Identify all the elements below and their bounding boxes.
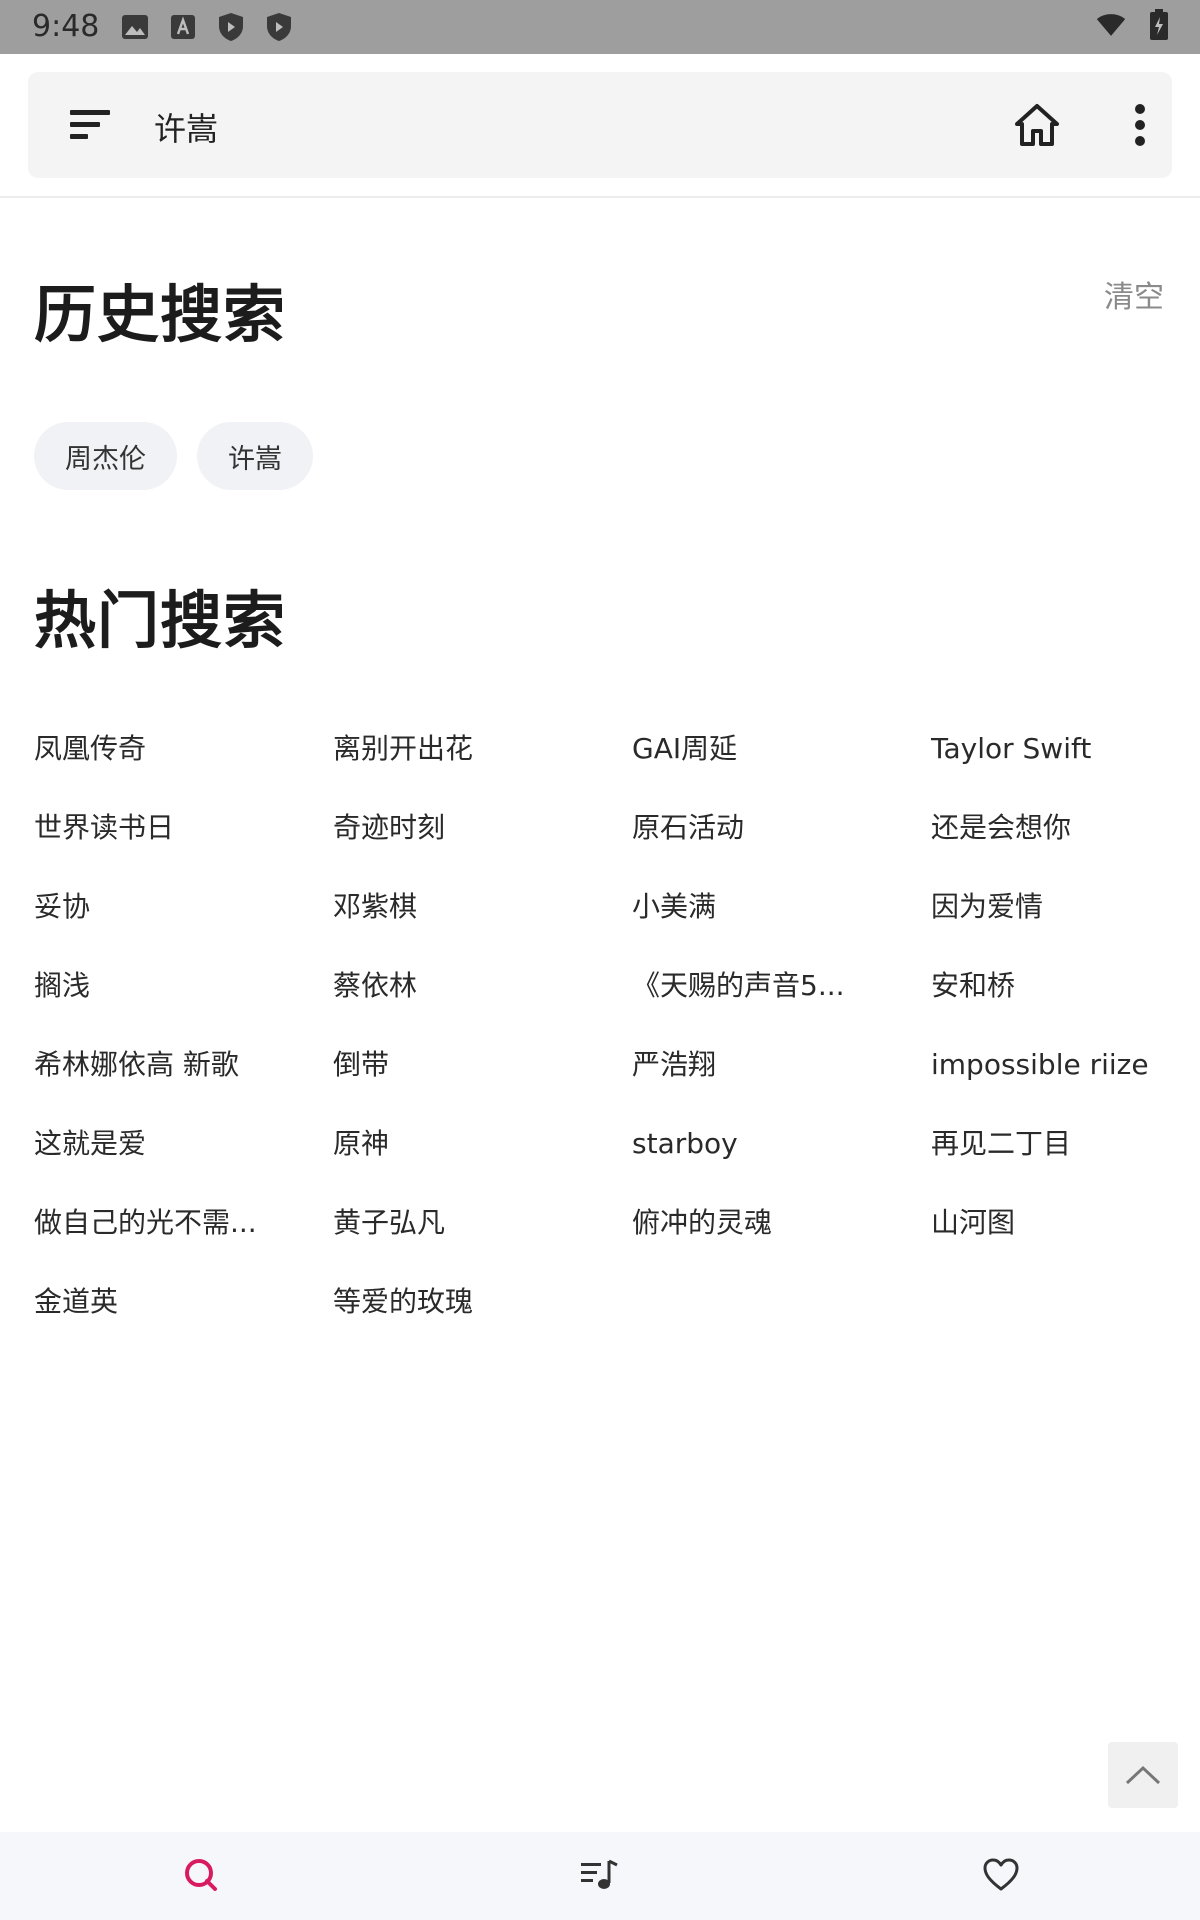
history-chip[interactable]: 许嵩 <box>197 422 313 490</box>
hot-search-title: 热门搜索 <box>34 584 287 657</box>
nav-playlist-tab[interactable] <box>574 1852 624 1898</box>
hot-search-item[interactable]: 《天赐的声音5... <box>632 957 931 1036</box>
hot-search-item[interactable]: 严浩翔 <box>632 1036 931 1115</box>
status-bar: 9:48 <box>0 0 1200 54</box>
status-icons-left <box>120 12 294 42</box>
hot-search-item[interactable]: 黄子弘凡 <box>333 1194 632 1273</box>
back-to-top-button[interactable] <box>1108 1742 1178 1808</box>
shield-icon <box>216 12 246 42</box>
hot-search-item[interactable]: 妥协 <box>34 878 333 957</box>
clear-history-button[interactable]: 清空 <box>1104 272 1164 316</box>
hot-search-item[interactable]: impossible riize <box>931 1036 1184 1115</box>
hot-search-item[interactable]: 原石活动 <box>632 799 931 878</box>
search-query-title[interactable]: 许嵩 <box>154 104 218 150</box>
sort-menu-icon[interactable] <box>66 102 114 148</box>
hot-search-item[interactable]: 金道英 <box>34 1273 333 1352</box>
chevron-up-icon <box>1125 1765 1161 1785</box>
hot-search-item[interactable]: 俯冲的灵魂 <box>632 1194 931 1273</box>
more-vertical-icon[interactable] <box>1122 100 1158 150</box>
hot-search-item[interactable]: Taylor Swift <box>931 720 1184 799</box>
history-search-title: 历史搜索 <box>34 278 287 351</box>
hot-search-item[interactable]: 凤凰传奇 <box>34 720 333 799</box>
playlist-icon <box>581 1859 618 1889</box>
hot-search-item[interactable]: 因为爱情 <box>931 878 1184 957</box>
hot-search-item[interactable]: 世界读书日 <box>34 799 333 878</box>
hot-search-item[interactable]: 原神 <box>333 1115 632 1194</box>
hot-search-item[interactable]: 等爱的玫瑰 <box>333 1273 632 1352</box>
image-icon <box>120 12 150 42</box>
home-icon[interactable] <box>1012 100 1062 150</box>
hot-search-item[interactable]: 奇迹时刻 <box>333 799 632 878</box>
bottom-navigation <box>0 1832 1200 1920</box>
hot-search-item[interactable]: 蔡依林 <box>333 957 632 1036</box>
hot-search-item[interactable]: starboy <box>632 1115 931 1194</box>
status-icons-right <box>1096 9 1174 40</box>
app-bar-container: 许嵩 <box>0 54 1200 198</box>
nav-favorite-tab[interactable] <box>976 1852 1026 1898</box>
hot-search-item[interactable]: 邓紫棋 <box>333 878 632 957</box>
hot-search-item[interactable]: 倒带 <box>333 1036 632 1115</box>
hot-search-item[interactable]: 搁浅 <box>34 957 333 1036</box>
hot-search-item[interactable]: 再见二丁目 <box>931 1115 1184 1194</box>
hot-search-item[interactable]: 小美满 <box>632 878 931 957</box>
hot-search-item[interactable]: 离别开出花 <box>333 720 632 799</box>
hot-search-item[interactable]: 希林娜依高 新歌 <box>34 1036 333 1115</box>
hot-search-item[interactable]: 做自己的光不需... <box>34 1194 333 1273</box>
hot-search-item[interactable]: GAI周延 <box>632 720 931 799</box>
hot-search-item[interactable]: 安和桥 <box>931 957 1184 1036</box>
history-chip[interactable]: 周杰伦 <box>34 422 177 490</box>
wifi-icon <box>1096 10 1126 40</box>
status-time: 9:48 <box>32 9 100 44</box>
hot-search-item[interactable]: 这就是爱 <box>34 1115 333 1194</box>
hot-search-item[interactable]: 山河图 <box>931 1194 1184 1273</box>
hot-search-grid: 凤凰传奇 离别开出花 GAI周延 Taylor Swift 世界读书日 奇迹时刻… <box>34 720 1184 1352</box>
search-app-bar: 许嵩 <box>28 72 1172 178</box>
heart-icon <box>983 1858 1019 1891</box>
battery-icon <box>1144 9 1174 40</box>
history-chip-list: 周杰伦 许嵩 <box>34 422 313 490</box>
search-icon <box>185 1859 217 1891</box>
nav-search-tab[interactable] <box>176 1852 226 1898</box>
shield-icon <box>264 12 294 42</box>
hot-search-item[interactable]: 还是会想你 <box>931 799 1184 878</box>
text-a-icon <box>168 12 198 42</box>
